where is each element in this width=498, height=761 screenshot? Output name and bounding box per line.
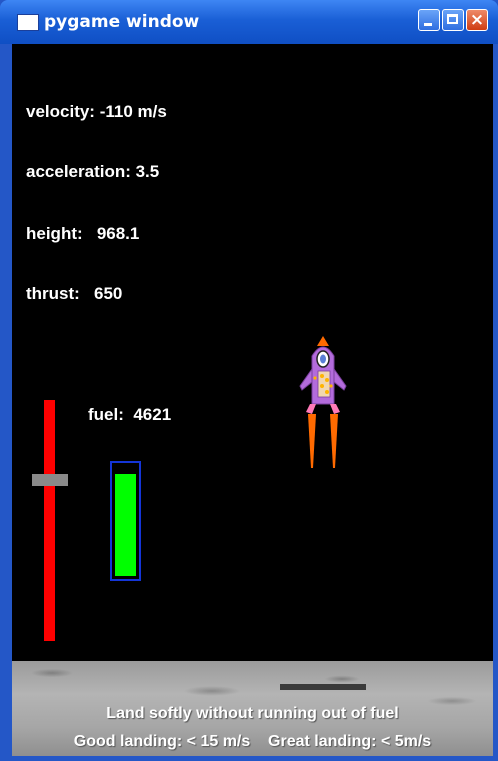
title-bar[interactable]: pygame window × bbox=[0, 0, 498, 44]
acceleration-readout: acceleration: 3.5 bbox=[26, 162, 160, 181]
fuel-gauge-fill bbox=[115, 474, 136, 576]
rocket-lander bbox=[299, 336, 347, 468]
close-button[interactable]: × bbox=[466, 9, 488, 31]
thrust-slider-handle[interactable] bbox=[32, 474, 68, 486]
pygame-window: pygame window × velocity: -110 m/s accel… bbox=[0, 0, 498, 761]
thrust-readout: thrust: 650 bbox=[26, 284, 123, 303]
velocity-readout: velocity: -110 m/s bbox=[26, 102, 167, 121]
minimize-icon bbox=[424, 23, 432, 26]
app-window-icon bbox=[17, 14, 39, 31]
game-canvas[interactable]: velocity: -110 m/s acceleration: 3.5 hei… bbox=[12, 44, 493, 756]
window-title: pygame window bbox=[44, 12, 200, 32]
fuel-readout: fuel: 4621 bbox=[88, 405, 172, 424]
close-icon: × bbox=[469, 10, 485, 30]
maximize-button[interactable] bbox=[442, 9, 464, 31]
thrust-slider-track[interactable] bbox=[44, 400, 55, 641]
landing-criteria-message: Good landing: < 15 m/s Great landing: < … bbox=[73, 733, 432, 750]
instruction-message: Land softly without running out of fuel bbox=[106, 705, 399, 722]
fuel-gauge bbox=[110, 461, 141, 581]
height-readout: height: 968.1 bbox=[26, 224, 140, 243]
minimize-button[interactable] bbox=[418, 9, 440, 31]
maximize-icon bbox=[447, 14, 458, 24]
landing-pad bbox=[280, 684, 366, 690]
